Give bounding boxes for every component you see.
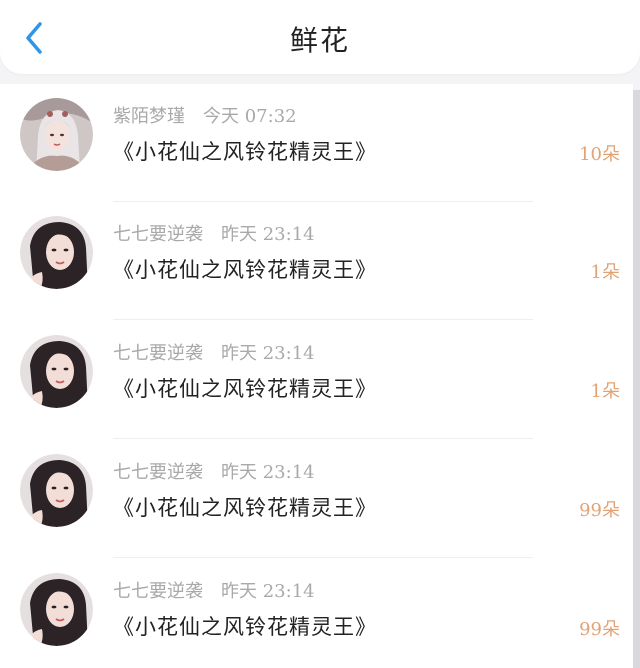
meta-line: 七七要逆袭 昨天 23:14 bbox=[113, 458, 315, 484]
flower-count: 10朵 bbox=[579, 144, 620, 165]
list-item[interactable]: 七七要逆袭 昨天 23:14 《小花仙之风铃花精灵王》 99朵 bbox=[0, 559, 633, 668]
work-title[interactable]: 《小花仙之风铃花精灵王》 bbox=[113, 254, 377, 284]
list-item[interactable]: 七七要逆袭 昨天 23:14 《小花仙之风铃花精灵王》 99朵 bbox=[0, 440, 633, 558]
meta-line: 七七要逆袭 昨天 23:14 bbox=[113, 220, 315, 246]
sender-name[interactable]: 七七要逆袭 bbox=[113, 343, 203, 364]
work-title[interactable]: 《小花仙之风铃花精灵王》 bbox=[113, 492, 377, 522]
divider bbox=[113, 319, 533, 320]
avatar[interactable] bbox=[20, 454, 93, 527]
avatar[interactable] bbox=[20, 573, 93, 646]
meta-line: 七七要逆袭 昨天 23:14 bbox=[113, 339, 315, 365]
sender-name[interactable]: 七七要逆袭 bbox=[113, 462, 203, 483]
timestamp: 今天 07:32 bbox=[203, 106, 297, 127]
timestamp: 昨天 23:14 bbox=[221, 343, 315, 364]
meta-line: 七七要逆袭 昨天 23:14 bbox=[113, 577, 315, 603]
flower-count: 99朵 bbox=[579, 619, 620, 640]
avatar[interactable] bbox=[20, 98, 93, 171]
sender-name[interactable]: 七七要逆袭 bbox=[113, 581, 203, 602]
page: 鲜花 紫陌梦瑾 今天 07:32 《小花仙之风铃花精灵王》 10朵 七七要逆袭 … bbox=[0, 0, 640, 668]
flower-count: 99朵 bbox=[579, 500, 620, 521]
list-item[interactable]: 七七要逆袭 昨天 23:14 《小花仙之风铃花精灵王》 1朵 bbox=[0, 321, 633, 439]
work-title[interactable]: 《小花仙之风铃花精灵王》 bbox=[113, 611, 377, 641]
divider bbox=[113, 438, 533, 439]
timestamp: 昨天 23:14 bbox=[221, 581, 315, 602]
list-item[interactable]: 七七要逆袭 昨天 23:14 《小花仙之风铃花精灵王》 1朵 bbox=[0, 202, 633, 320]
sender-name[interactable]: 紫陌梦瑾 bbox=[113, 106, 185, 127]
divider bbox=[113, 557, 533, 558]
flower-count: 1朵 bbox=[590, 262, 620, 283]
scrollbar[interactable] bbox=[633, 90, 640, 668]
avatar[interactable] bbox=[20, 216, 93, 289]
meta-line: 紫陌梦瑾 今天 07:32 bbox=[113, 102, 297, 128]
flower-count: 1朵 bbox=[590, 381, 620, 402]
page-title: 鲜花 bbox=[289, 24, 350, 57]
work-title[interactable]: 《小花仙之风铃花精灵王》 bbox=[113, 136, 377, 166]
timestamp: 昨天 23:14 bbox=[221, 462, 315, 483]
flower-record-list[interactable]: 紫陌梦瑾 今天 07:32 《小花仙之风铃花精灵王》 10朵 七七要逆袭 昨天 … bbox=[0, 84, 633, 668]
header-bar: 鲜花 bbox=[0, 0, 640, 74]
work-title[interactable]: 《小花仙之风铃花精灵王》 bbox=[113, 373, 377, 403]
sender-name[interactable]: 七七要逆袭 bbox=[113, 224, 203, 245]
timestamp: 昨天 23:14 bbox=[221, 224, 315, 245]
avatar[interactable] bbox=[20, 335, 93, 408]
list-item[interactable]: 紫陌梦瑾 今天 07:32 《小花仙之风铃花精灵王》 10朵 bbox=[0, 84, 633, 202]
